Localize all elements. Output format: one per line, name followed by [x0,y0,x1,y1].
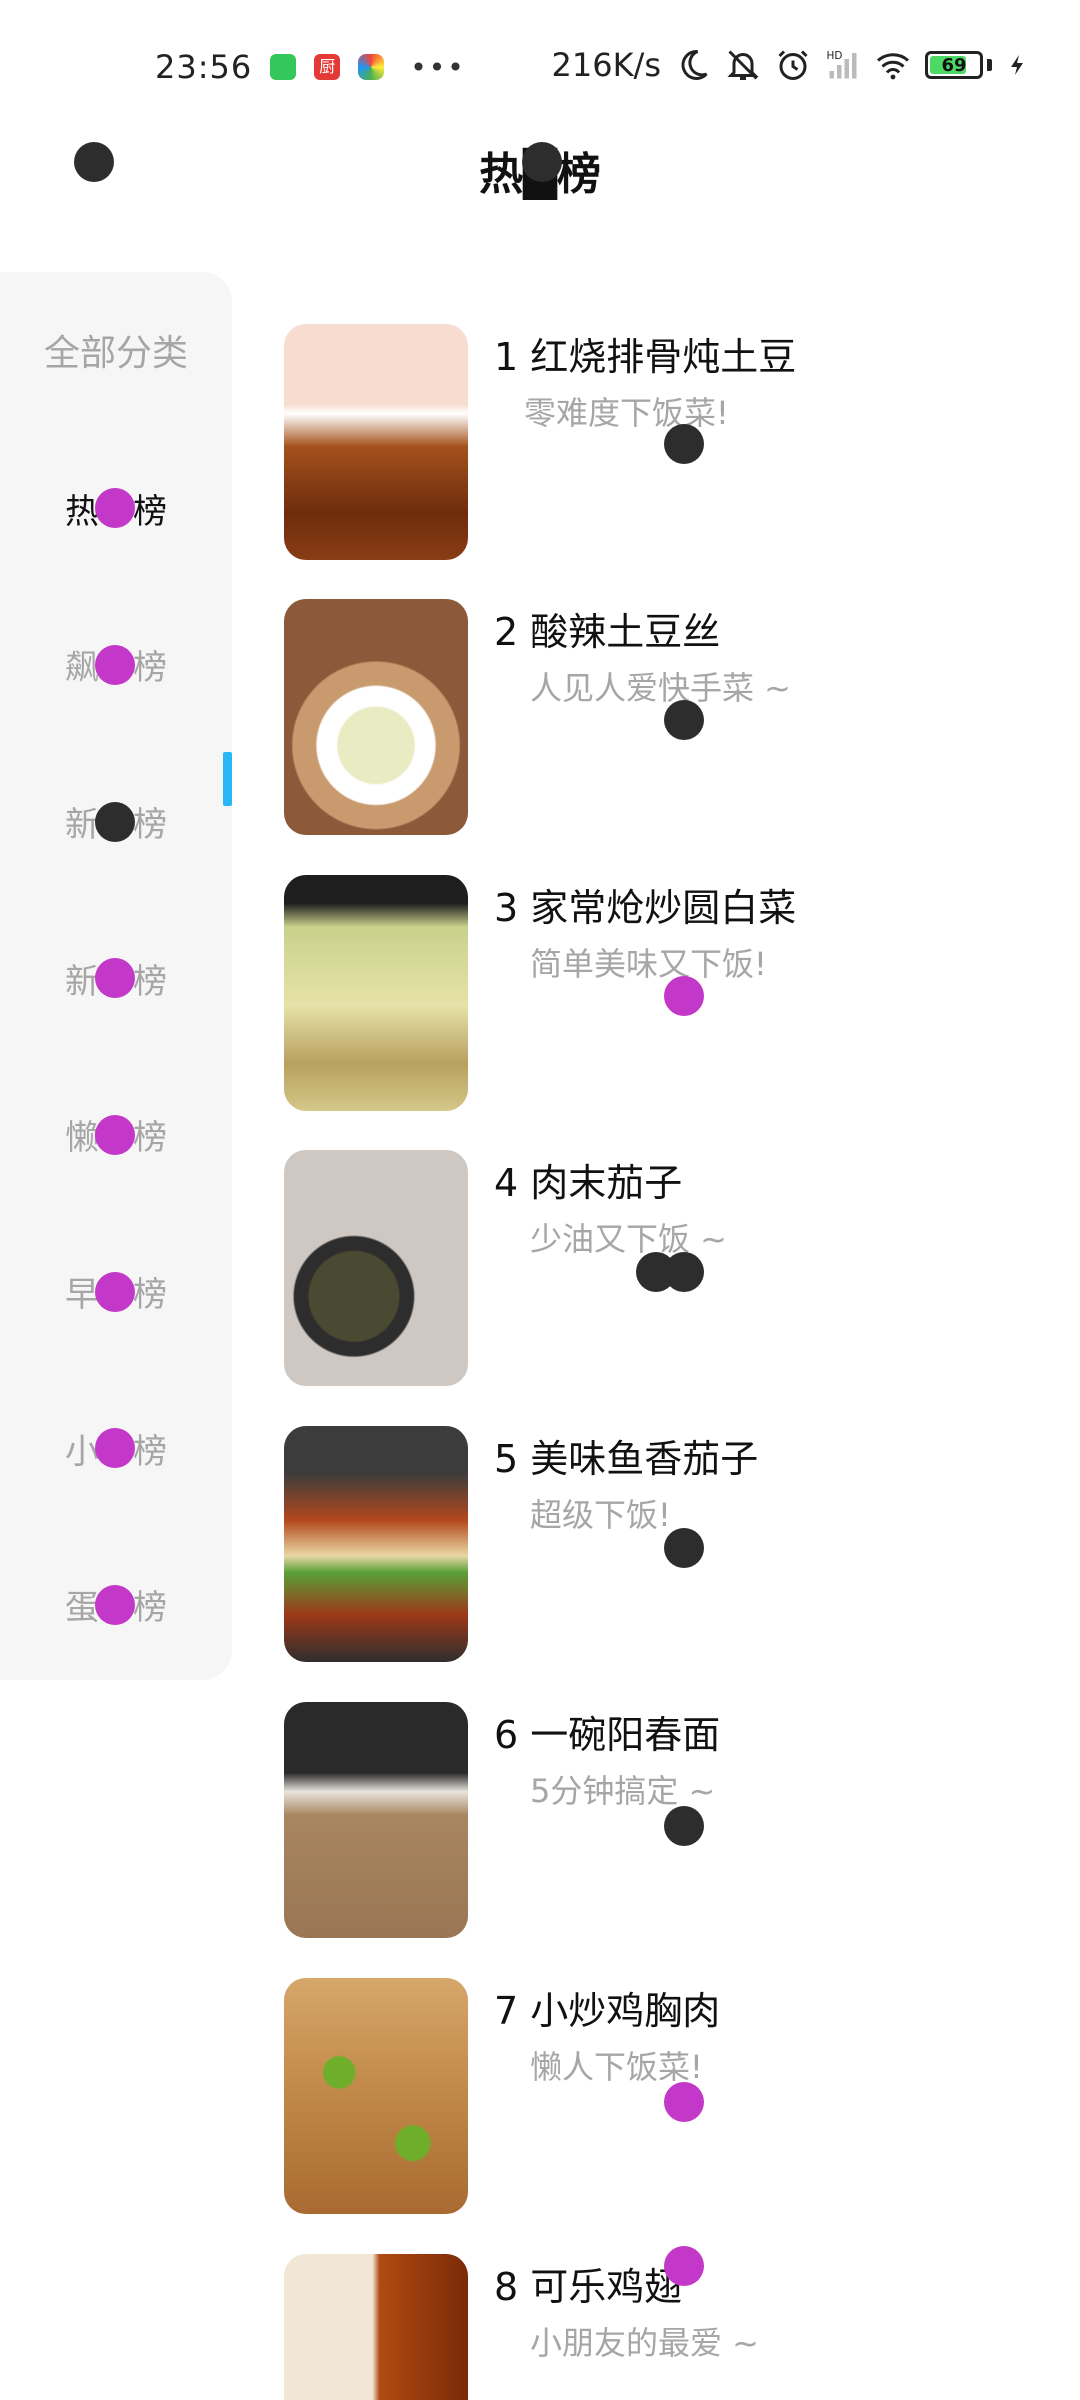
sidebar-item-label: 榜 [133,491,167,532]
sidebar-item-label: 早 [65,1274,99,1315]
recipe-title: 8 可乐鸡翅 [494,2265,683,2309]
sidebar-item-label: 热 [65,491,99,532]
recipe-description: 小朋友的最爱 ~ [530,2324,759,2362]
android-app-icon [270,54,297,80]
recipe-item[interactable]: 8 可乐鸡翅 小朋友的最爱 ~ [284,2254,1044,2400]
touch-marker [664,424,704,464]
recipe-description: 超级下饭! [530,1496,671,1534]
recipe-title: 3 家常炝炒圆白菜 [494,886,797,930]
recipe-title: 6 一碗阳春面 [494,1713,721,1757]
recipe-description: 懒人下饭菜! [530,2048,703,2086]
charging-icon [1011,55,1023,75]
recipe-thumbnail[interactable] [284,2254,468,2400]
touch-marker [74,142,114,182]
status-right: 216K/s HD 69 [551,46,1030,84]
recipe-title: 5 美味鱼香茄子 [494,1437,759,1481]
touch-marker [95,1585,135,1625]
recipe-thumbnail[interactable] [284,875,468,1111]
sidebar-item-label: 榜 [133,1587,167,1628]
touch-marker [664,2082,704,2122]
recipe-description: 简单美味又下饭! [530,945,767,983]
recipe-title: 7 小炒鸡胸肉 [494,1989,721,2033]
sidebar-item-label: 榜 [133,1117,167,1158]
sidebar-item-label: 榜 [133,1431,167,1472]
sidebar-item-label: 新 [65,804,99,845]
touch-marker [522,142,562,182]
sidebar-item-label: 飙 [65,647,99,688]
app-screen: 23:56 厨 ••• 216K/s HD 69 热█榜 [0,0,1080,2400]
svg-text:HD: HD [827,50,843,62]
recipe-thumbnail[interactable] [284,1978,468,2214]
more-notifications-icon: ••• [410,50,466,84]
sidebar-item-label: 新 [65,961,99,1002]
touch-marker [664,1806,704,1846]
all-categories-label[interactable]: 全部分类 [0,324,232,376]
touch-marker [95,645,135,685]
signal-hd-icon: HD [827,50,857,79]
recipe-description: 零难度下饭菜! [524,394,729,432]
kitchen-app-icon: 厨 [314,54,341,80]
recipe-thumbnail[interactable] [284,1426,468,1662]
status-bar: 23:56 厨 ••• 216K/s HD 69 [0,0,1080,120]
battery-icon: 69 [925,51,983,79]
sidebar-item-label: 榜 [133,961,167,1002]
recipe-title: 2 酸辣土豆丝 [494,610,721,654]
status-time: 23:56 [155,48,253,86]
touch-marker [664,1252,704,1292]
sidebar-item-label: 蛋 [65,1587,99,1628]
recipe-title: 1 红烧排骨炖土豆 [494,335,797,379]
alarm-icon [778,50,808,80]
touch-marker [664,2246,704,2286]
moon-icon [681,49,708,80]
wifi-icon [877,53,909,80]
sidebar-item-label: 榜 [133,804,167,845]
sidebar-item-label: 懒 [65,1117,99,1158]
recipe-description: 5分钟搞定 ~ [530,1772,716,1810]
battery-level: 69 [941,54,967,76]
touch-marker [95,488,135,528]
touch-marker [95,958,135,998]
recipe-description: 少油又下饭 ~ [530,1220,727,1258]
recipe-thumbnail[interactable] [284,1702,468,1938]
touch-marker [664,700,704,740]
battery-cap [987,59,992,71]
sidebar-item-label: 小 [65,1431,99,1472]
colorful-app-icon [358,54,385,80]
recipe-thumbnail[interactable] [284,1150,468,1386]
recipe-description: 人见人爱快手菜 ~ [530,669,791,707]
sidebar-item-label: 榜 [133,1274,167,1315]
touch-marker [95,1272,135,1312]
touch-marker [95,1428,135,1468]
touch-marker [95,802,135,842]
recipe-thumbnail[interactable] [284,324,468,560]
recipe-thumbnail[interactable] [284,599,468,835]
sidebar-item-label: 榜 [133,647,167,688]
status-left: 23:56 厨 ••• [155,48,466,86]
network-speed: 216K/s [551,46,661,84]
recipe-title: 4 肉末茄子 [494,1161,683,1205]
touch-marker [664,1528,704,1568]
touch-marker [95,1115,135,1155]
touch-marker [664,976,704,1016]
bell-muted-icon [727,50,759,80]
